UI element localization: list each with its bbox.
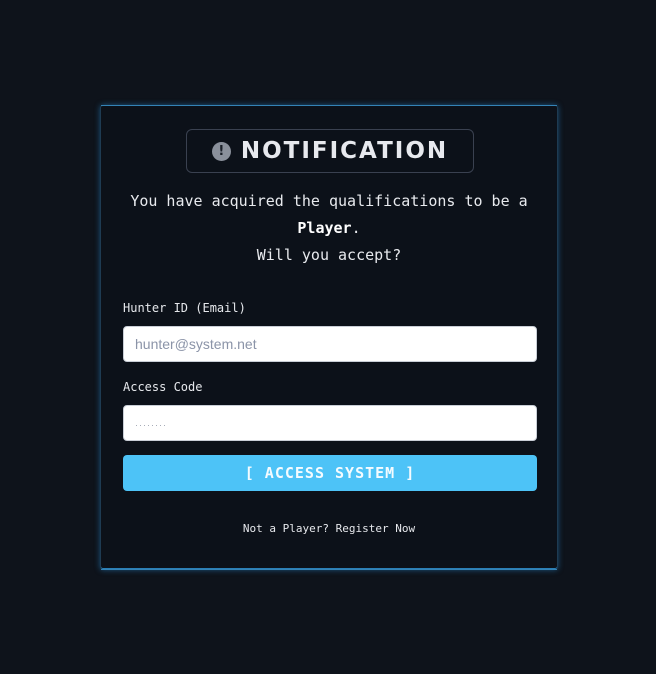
email-label: Hunter ID (Email): [123, 301, 246, 315]
access-system-button[interactable]: [ ACCESS SYSTEM ]: [123, 455, 537, 491]
exclamation-circle-icon: !: [211, 141, 231, 161]
message-line-1: You have acquired the qualifications to …: [130, 192, 528, 210]
password-label: Access Code: [123, 380, 203, 394]
notification-title: NOTIFICATION: [240, 138, 449, 164]
register-link[interactable]: Register Now: [336, 522, 415, 535]
message-highlight: Player: [297, 219, 352, 237]
message-line-3: Will you accept?: [256, 246, 402, 264]
register-footer: Not a Player? Register Now: [101, 522, 557, 535]
password-field[interactable]: [123, 405, 537, 441]
email-field[interactable]: [123, 326, 537, 362]
message-line-2: Player.: [101, 215, 557, 242]
system-message: You have acquired the qualifications to …: [101, 188, 557, 269]
login-panel: ! NOTIFICATION You have acquired the qua…: [100, 105, 558, 570]
message-period: .: [351, 219, 361, 237]
notification-header: ! NOTIFICATION: [186, 129, 474, 173]
register-prompt: Not a Player?: [242, 522, 329, 535]
